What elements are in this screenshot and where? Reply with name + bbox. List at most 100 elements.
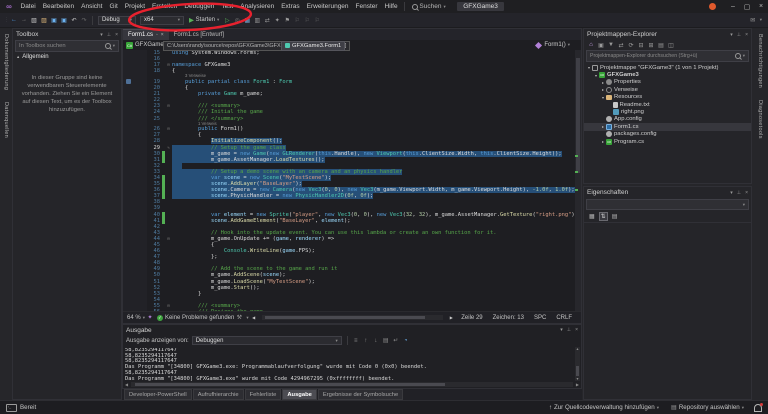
code-cleanup-icon[interactable]: ✦ <box>273 15 281 25</box>
menu-erstellen[interactable]: Erstellen <box>149 3 181 10</box>
switch-views-icon[interactable]: ▣ <box>597 40 605 50</box>
clear-bookmarks-icon[interactable]: ⚐ <box>313 15 321 25</box>
start-debugging-button[interactable]: ▶ Starten▾ <box>189 16 219 24</box>
close-icon[interactable]: × <box>745 32 748 38</box>
tree-item-properties[interactable]: ▸Properties <box>584 79 751 86</box>
select-repository-button[interactable]: ▤Repository auswählen▾ <box>671 404 744 411</box>
bottom-tab-ergebnisse-der-symbolsuche[interactable]: Ergebnisse der Symbolsuche <box>318 389 403 400</box>
tree-item-gfxgame3[interactable]: ▾C#GFXGame3 <box>584 71 751 78</box>
new-project-icon[interactable]: ▧ <box>30 15 38 25</box>
next-bookmark-icon[interactable]: ⚐ <box>303 15 311 25</box>
configuration-combo[interactable]: Debug▾ <box>98 16 136 25</box>
messages-icon[interactable]: ≡ <box>352 336 360 346</box>
tree-item-right-png[interactable]: right.png <box>584 108 751 115</box>
open-file-icon[interactable]: ▨ <box>40 15 48 25</box>
menu-datei[interactable]: Datei <box>17 3 39 10</box>
notifications-bell-icon[interactable] <box>754 404 762 412</box>
breadcrumb-class-dropdown[interactable]: GFXGame3.Form1 <box>281 41 345 51</box>
scroll-down-icon[interactable]: ▼ <box>575 377 580 381</box>
eol-indicator[interactable]: CRLF <box>556 315 572 321</box>
tree-item-verweise[interactable]: ▸Verweise <box>584 86 751 93</box>
editor-vertical-scrollbar[interactable] <box>575 50 581 312</box>
send-feedback-icon[interactable]: ✉ <box>749 15 757 25</box>
filter-icon[interactable]: ▼ <box>607 40 615 50</box>
line-indicator[interactable]: Zeile 29 <box>461 315 482 321</box>
menu-projekt[interactable]: Projekt <box>121 3 148 10</box>
menu-extras[interactable]: Extras <box>278 3 303 10</box>
scroll-left-icon[interactable]: ◀ <box>125 382 128 387</box>
tab-datenquellen[interactable]: Datenquellen <box>3 102 9 138</box>
scroll-right-icon[interactable]: ▶ <box>447 313 455 323</box>
properties-icon[interactable]: ▤ <box>657 40 665 50</box>
preview-selected-icon[interactable]: ◫ <box>667 40 675 50</box>
previous-message-icon[interactable]: ↑ <box>362 336 370 346</box>
toolbar-options-icon[interactable]: ▾ <box>760 17 762 23</box>
menu-git[interactable]: Git <box>106 3 121 10</box>
undo-icon[interactable]: ↶ <box>70 15 78 25</box>
tree-item-program-cs[interactable]: ▸C#Program.cs <box>584 138 751 145</box>
bottom-tab-developer-powershell[interactable]: Developer-PowerShell <box>124 389 192 400</box>
previous-bookmark-icon[interactable]: ⚐ <box>293 15 301 25</box>
menu-bearbeiten[interactable]: Bearbeiten <box>39 3 77 10</box>
pin-icon[interactable]: ⊥ <box>107 32 111 38</box>
space-indicator[interactable]: SPC <box>534 315 546 321</box>
bottom-tab-ausgabe[interactable]: Ausgabe <box>282 389 316 400</box>
navigate-forward-icon[interactable]: → <box>20 15 28 25</box>
bottom-tab-aufrufhierarchie[interactable]: Aufrufhierarchie <box>193 389 244 400</box>
codelens-references[interactable]: 3 Verweise <box>185 73 206 78</box>
document-tab-1[interactable]: Form1.cs [Entwurf] <box>169 30 229 40</box>
solution-explorer-search-input[interactable]: Projektmappen-Explorer durchsuchen (Strg… <box>586 50 749 62</box>
scroll-left-icon[interactable]: ◀ <box>250 313 258 323</box>
close-icon[interactable]: × <box>115 32 118 38</box>
add-to-source-control-button[interactable]: ↑Zur Quellcodeverwaltung hinzufügen▾ <box>549 404 659 411</box>
next-message-icon[interactable]: ↓ <box>372 336 380 346</box>
breadcrumb-member-dropdown[interactable]: Form1()▾ <box>533 42 573 48</box>
code-lines[interactable]: 15using System.Windows.Forms;1617⊟namesp… <box>123 50 575 312</box>
menu-analysieren[interactable]: Analysieren <box>237 3 278 10</box>
output-horizontal-scrollbar[interactable] <box>131 382 573 387</box>
platform-combo[interactable]: x64▾ <box>140 16 184 25</box>
chevron-down-icon[interactable]: ▾ <box>730 32 733 38</box>
alphabetical-icon[interactable]: ⇅ <box>599 212 608 221</box>
chevron-down-icon[interactable]: ▾ <box>100 32 103 38</box>
pin-icon[interactable]: ⊥ <box>737 32 741 38</box>
maximize-button[interactable]: ▢ <box>740 3 754 11</box>
sync-with-active-document-icon[interactable]: ⇄ <box>617 40 625 50</box>
properties-object-combo[interactable]: ▾ <box>586 199 749 210</box>
menu-hilfe[interactable]: Hilfe <box>381 3 401 10</box>
output-source-combo[interactable]: Debuggen▾ <box>192 336 342 345</box>
tab-dokumentgliederung[interactable]: Dokumentgliederung <box>3 34 9 90</box>
save-all-icon[interactable]: ▣ <box>60 15 68 25</box>
scroll-up-icon[interactable]: ▲ <box>575 347 580 351</box>
tree-item-resources[interactable]: ▾Resources <box>584 94 751 101</box>
bottom-tab-fehlerliste[interactable]: Fehlerliste <box>245 389 282 400</box>
save-icon[interactable]: ▣ <box>50 15 58 25</box>
toggle-bookmark-icon[interactable]: ⚑ <box>283 15 291 25</box>
sync-icon[interactable]: ⇄ <box>263 15 271 25</box>
chevron-down-icon[interactable]: ▾ <box>560 327 563 333</box>
health-status[interactable]: Keine Probleme gefunden <box>165 315 234 321</box>
pin-icon[interactable]: ⊥ <box>567 327 571 333</box>
column-indicator[interactable]: Zeichen: 13 <box>493 315 524 321</box>
tab-diagnosetools[interactable]: Diagnosetools <box>757 100 763 139</box>
collapse-all-icon[interactable]: ⊟ <box>637 40 645 50</box>
clear-all-icon[interactable]: ▤ <box>382 336 390 346</box>
tree-item-projektmappe-gfxgame3-1-von-1-projekt-[interactable]: ▾Projektmappe "GFXGame3" (1 von 1 Projek… <box>584 64 751 71</box>
pin-icon[interactable]: ⊥ <box>737 190 741 196</box>
categorized-icon[interactable]: ▦ <box>589 213 595 220</box>
scroll-right-icon[interactable]: ▶ <box>576 382 579 387</box>
tab-close-icon[interactable]: × <box>161 32 164 38</box>
feedback-terminal-icon[interactable]: ›_ <box>6 404 17 412</box>
zoom-level-dropdown[interactable]: 64 %▾ <box>127 315 145 321</box>
add-window-icon[interactable]: ▥ <box>253 15 261 25</box>
menu-debuggen[interactable]: Debuggen <box>181 3 218 10</box>
toolbox-search-input[interactable]: In Toolbox suchen ▾ <box>15 40 119 52</box>
show-all-files-icon[interactable]: ⊞ <box>647 40 655 50</box>
home-icon[interactable]: ⌂ <box>587 40 595 50</box>
screwdriver-icon[interactable]: ⚒ <box>235 313 243 323</box>
output-log[interactable]: 58,823529411764758,823529411764758,82352… <box>125 348 573 382</box>
toolbox-group-allgemein[interactable]: ▴ Allgemein <box>13 52 121 62</box>
minimize-button[interactable]: – <box>726 3 740 10</box>
search-button[interactable]: Suchen▾ <box>408 3 449 10</box>
word-wrap-icon[interactable]: ↵ <box>392 336 400 346</box>
